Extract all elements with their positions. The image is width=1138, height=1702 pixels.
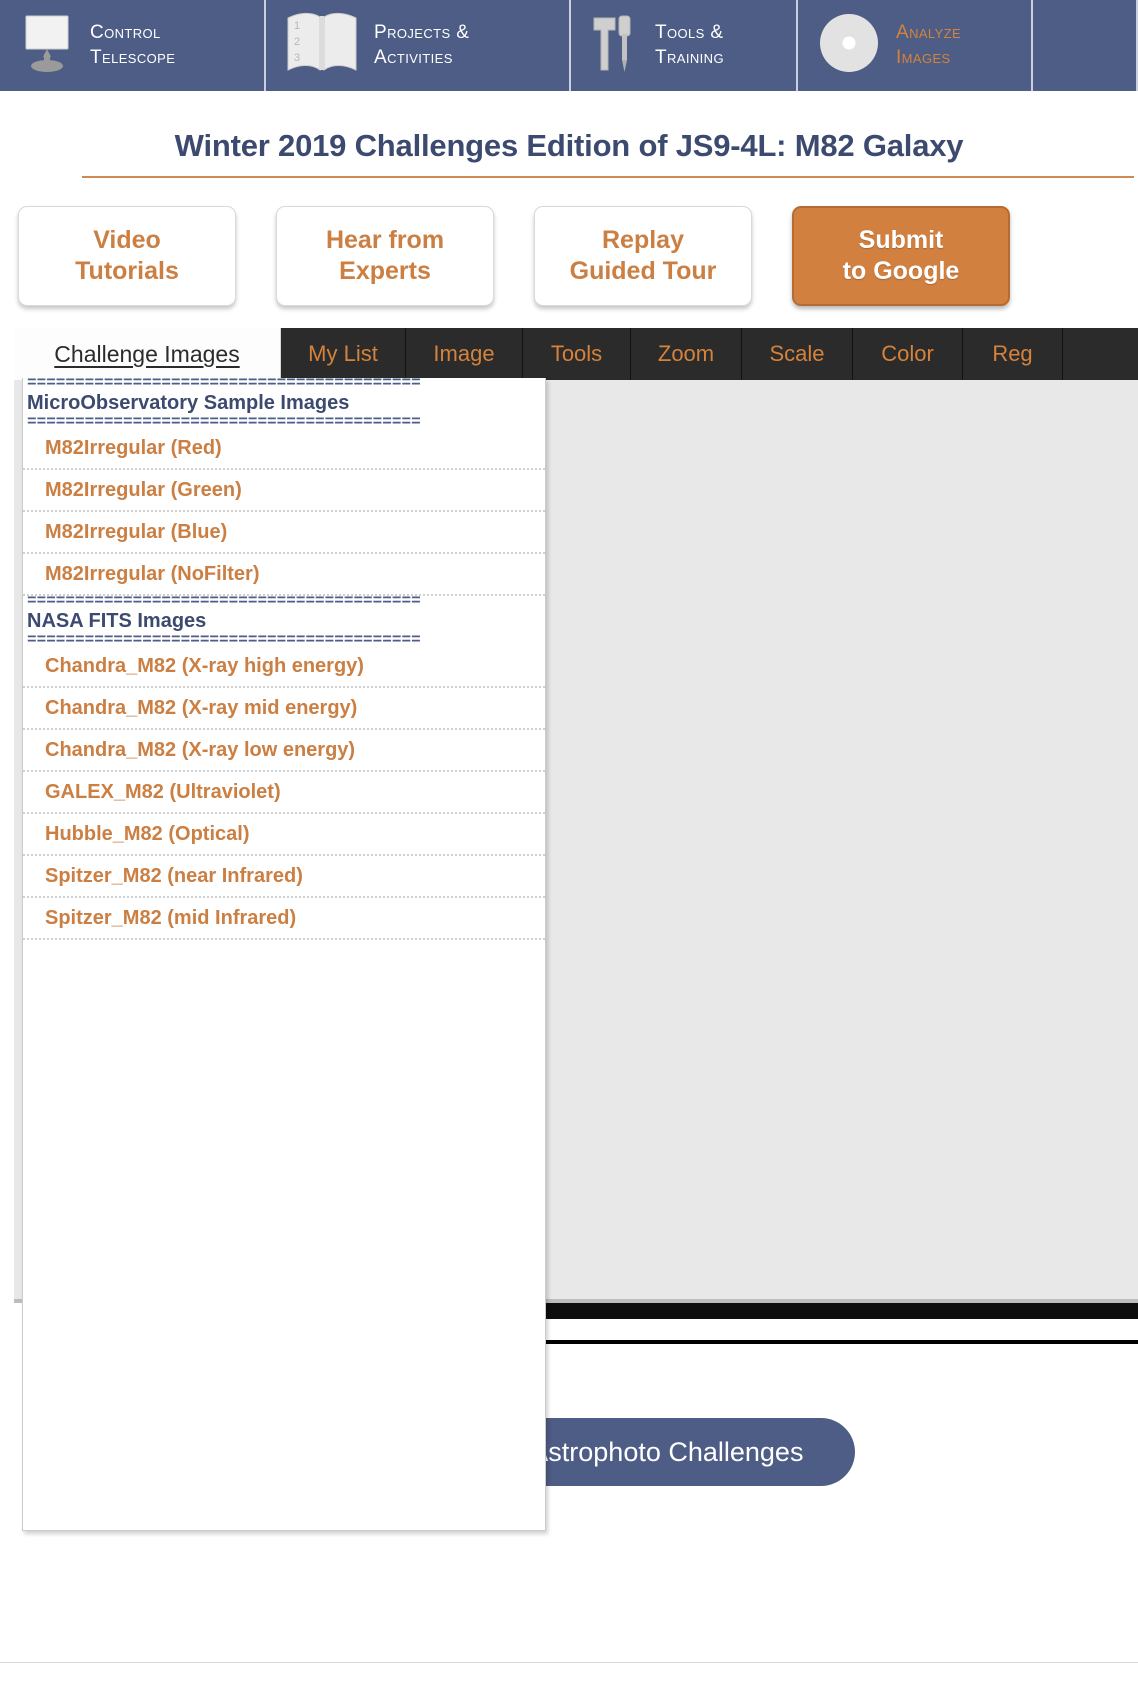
tab-image[interactable]: Image bbox=[406, 328, 523, 380]
page-title-wrapper: Winter 2019 Challenges Edition of JS9-4L… bbox=[0, 128, 1138, 164]
cd-disc-icon bbox=[816, 10, 882, 81]
hear-from-experts-button[interactable]: Hear from Experts bbox=[276, 206, 494, 306]
submit-to-google-button[interactable]: Submit to Google bbox=[792, 206, 1010, 306]
nav-item-control-telescope[interactable]: Control Telescope bbox=[0, 0, 266, 91]
nav-label-tools-training: Tools & Training bbox=[655, 22, 724, 68]
separator-line-mid-1: ========================================… bbox=[27, 596, 421, 607]
open-book-icon: 1 2 3 bbox=[284, 10, 360, 81]
monitor-telescope-icon bbox=[18, 12, 76, 79]
title-underline-rule bbox=[82, 176, 1134, 178]
list-item[interactable]: M82Irregular (Green) bbox=[23, 470, 545, 512]
action-button-row: Video Tutorials Hear from Experts Replay… bbox=[18, 206, 1010, 306]
list-item[interactable]: Chandra_M82 (X-ray mid energy) bbox=[23, 688, 545, 730]
svg-text:3: 3 bbox=[294, 52, 300, 64]
tab-tools[interactable]: Tools bbox=[523, 328, 631, 380]
nav-spacer bbox=[1033, 0, 1138, 91]
svg-text:2: 2 bbox=[294, 36, 300, 48]
tab-regions[interactable]: Reg bbox=[963, 328, 1063, 380]
list-item[interactable]: GALEX_M82 (Ultraviolet) bbox=[23, 772, 545, 814]
page-root: Control Telescope 1 2 3 Projects & Activ… bbox=[0, 0, 1138, 1702]
list-item[interactable]: Spitzer_M82 (mid Infrared) bbox=[23, 898, 545, 940]
svg-text:1: 1 bbox=[294, 20, 300, 32]
list-item[interactable]: Chandra_M82 (X-ray low energy) bbox=[23, 730, 545, 772]
replay-guided-tour-button[interactable]: Replay Guided Tour bbox=[534, 206, 752, 306]
tab-challenge-images[interactable]: Challenge Images bbox=[14, 328, 281, 380]
nav-label-control-telescope: Control Telescope bbox=[90, 22, 176, 68]
tab-zoom[interactable]: Zoom bbox=[631, 328, 742, 380]
tab-scale[interactable]: Scale bbox=[742, 328, 853, 380]
tab-my-list[interactable]: My List bbox=[281, 328, 406, 380]
list-item[interactable]: Spitzer_M82 (near Infrared) bbox=[23, 856, 545, 898]
page-title: Winter 2019 Challenges Edition of JS9-4L… bbox=[174, 128, 964, 163]
top-navigation-bar: Control Telescope 1 2 3 Projects & Activ… bbox=[0, 0, 1138, 91]
js9-panel: Challenge Images My List Image Tools Zoo… bbox=[14, 328, 1138, 1531]
tab-color[interactable]: Color bbox=[853, 328, 963, 380]
challenge-images-dropdown: ========================================… bbox=[22, 378, 546, 1531]
js9-menu-bar: Challenge Images My List Image Tools Zoo… bbox=[14, 328, 1138, 380]
list-item[interactable]: Hubble_M82 (Optical) bbox=[23, 814, 545, 856]
list-item[interactable]: Chandra_M82 (X-ray high energy) bbox=[23, 646, 545, 688]
footer-divider bbox=[0, 1662, 1138, 1663]
hammer-screwdriver-icon bbox=[589, 10, 641, 81]
nav-label-projects-activities: Projects & Activities bbox=[374, 22, 470, 68]
nav-item-projects-activities[interactable]: 1 2 3 Projects & Activities bbox=[266, 0, 571, 91]
list-item[interactable]: M82Irregular (Blue) bbox=[23, 512, 545, 554]
separator-line-top-2: ========================================… bbox=[27, 417, 421, 428]
nav-label-analyze-images: Analyze Images bbox=[896, 22, 962, 68]
dropdown-group-heading-nasa-fits: NASA FITS Images bbox=[27, 610, 207, 632]
video-tutorials-button[interactable]: Video Tutorials bbox=[18, 206, 236, 306]
nav-item-tools-training[interactable]: Tools & Training bbox=[571, 0, 798, 91]
separator-line-mid-2: ========================================… bbox=[27, 635, 421, 646]
list-item[interactable]: M82Irregular (Red) bbox=[23, 428, 545, 470]
nav-item-analyze-images[interactable]: Analyze Images bbox=[798, 0, 1033, 91]
dropdown-group-heading-microobservatory: MicroObservatory Sample Images bbox=[27, 392, 350, 414]
separator-line-top-1: ========================================… bbox=[27, 378, 421, 389]
list-item[interactable]: M82Irregular (NoFilter) bbox=[23, 554, 545, 596]
